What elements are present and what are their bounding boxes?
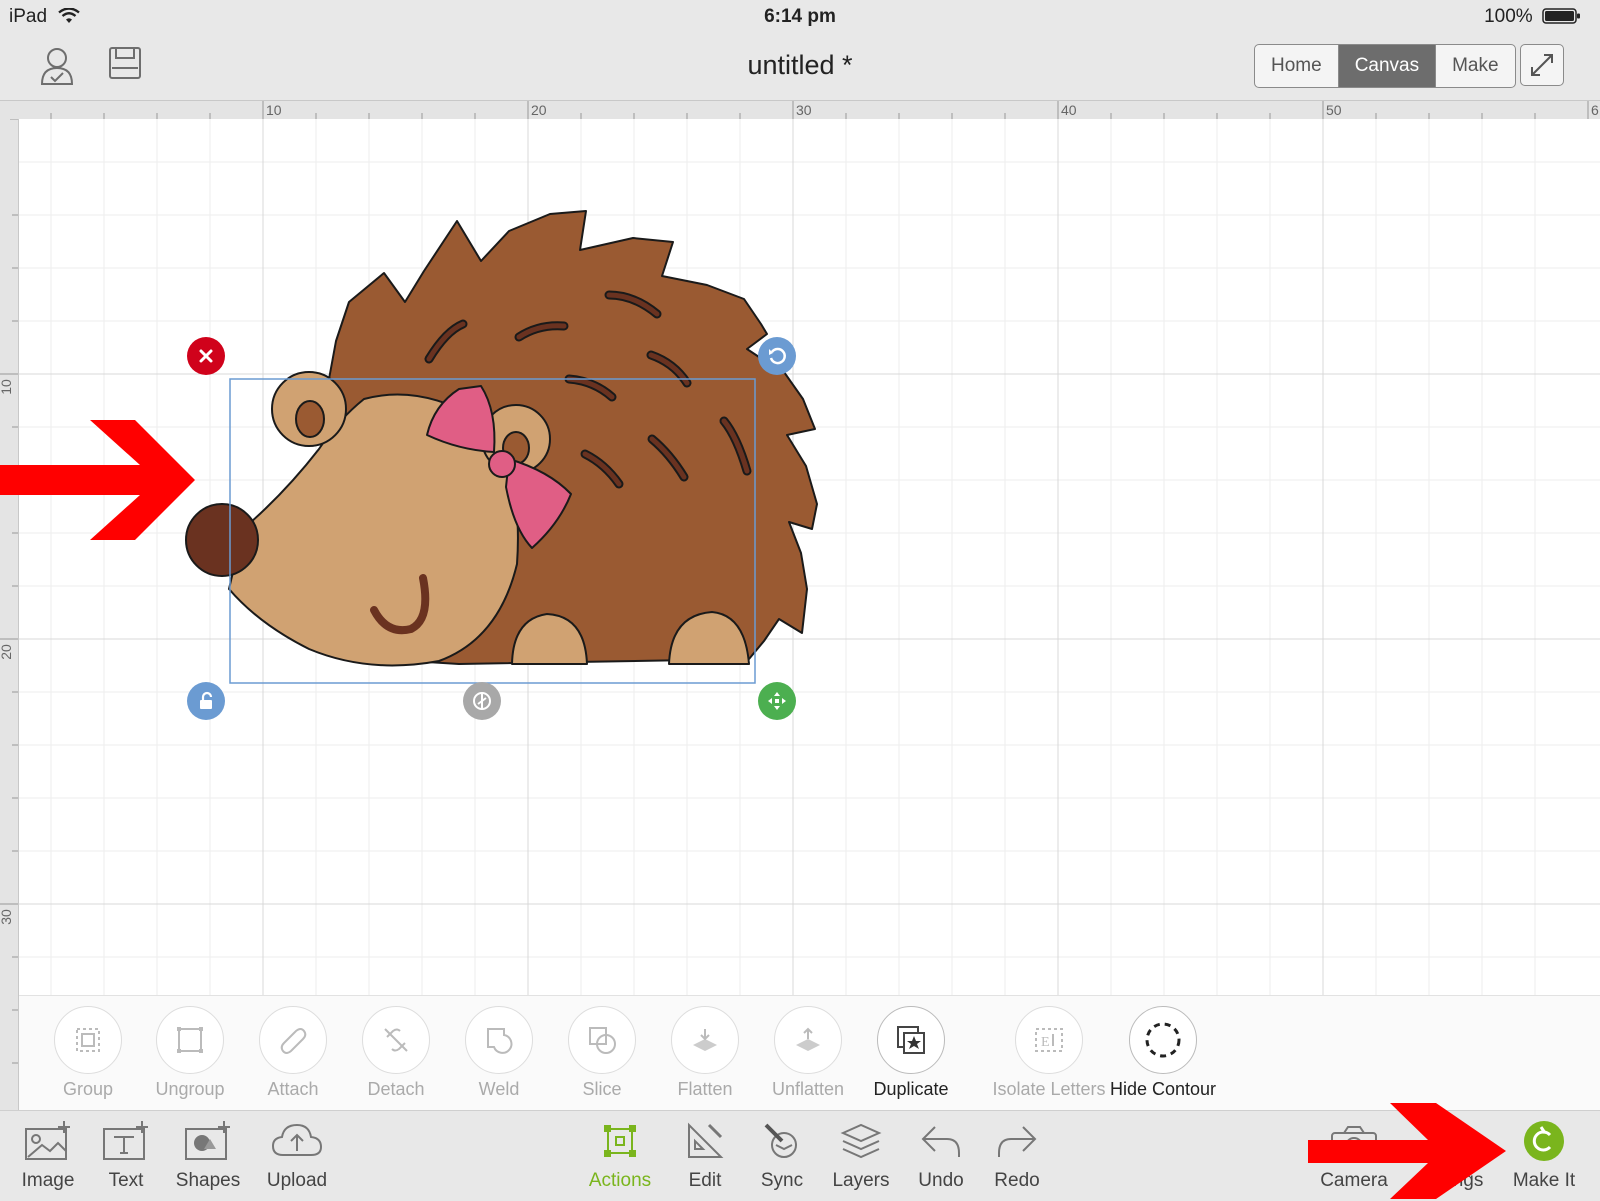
rotate-icon <box>769 347 786 365</box>
delete-handle[interactable] <box>187 337 225 375</box>
action-label: Isolate Letters <box>992 1079 1106 1099</box>
detach-button[interactable]: Detach <box>346 1006 446 1100</box>
flatten-icon <box>671 1006 739 1074</box>
contour-icon <box>1129 1006 1197 1074</box>
action-label: Hide Contour <box>1109 1079 1217 1099</box>
ruler-label: 10 <box>0 379 14 395</box>
fullscreen-button[interactable] <box>1520 44 1564 86</box>
ruler-label: 6 <box>1591 102 1599 118</box>
bow-knot <box>488 450 516 478</box>
status-bar: iPad 6:14 pm 100% <box>0 0 1600 32</box>
ruler-label: 50 <box>1326 102 1342 118</box>
slice-button[interactable]: Slice <box>552 1006 652 1100</box>
isolate-letters-icon: E <box>1015 1006 1083 1074</box>
edit-ruler-icon <box>688 1122 724 1158</box>
vertical-ruler: 10 20 30 <box>0 119 19 1111</box>
upload-button[interactable]: Upload <box>252 1119 342 1192</box>
sync-icon <box>764 1123 797 1158</box>
status-time: 6:14 pm <box>764 6 836 27</box>
upload-cloud-icon <box>271 1123 323 1156</box>
actions-panel: Group Ungroup Attach Detach Weld Slice F… <box>19 995 1600 1110</box>
annotation-arrow-icon <box>0 420 195 540</box>
redo-icon <box>998 1126 1037 1157</box>
shapes-button[interactable]: Shapes <box>163 1119 253 1192</box>
detach-icon <box>362 1006 430 1074</box>
action-label: Attach <box>267 1079 319 1099</box>
action-label: Group <box>62 1079 114 1099</box>
rotate-handle[interactable] <box>758 337 796 375</box>
sync-button[interactable]: Sync <box>737 1119 827 1192</box>
design-canvas[interactable] <box>19 119 1600 995</box>
svg-text:E: E <box>1041 1035 1050 1050</box>
resize-handle[interactable] <box>758 682 796 720</box>
make-it-button[interactable]: Make It <box>1499 1119 1589 1192</box>
ungroup-icon <box>156 1006 224 1074</box>
annotation-arrow-icon <box>1308 1103 1506 1199</box>
ruler-label: 40 <box>1061 102 1077 118</box>
unflatten-button[interactable]: Unflatten <box>758 1006 858 1100</box>
ruler-label: 30 <box>0 909 14 925</box>
redo-button[interactable]: Redo <box>972 1119 1062 1192</box>
paperclip-icon <box>259 1006 327 1074</box>
unlock-icon <box>200 691 213 709</box>
layers-icon <box>840 1123 882 1159</box>
ruler-label: 30 <box>796 102 812 118</box>
layers-button[interactable]: Layers <box>816 1119 906 1192</box>
action-label: Weld <box>478 1079 520 1099</box>
weld-icon <box>465 1006 533 1074</box>
flatten-button[interactable]: Flatten <box>655 1006 755 1100</box>
lock-handle[interactable] <box>187 682 225 720</box>
ungroup-button[interactable]: Ungroup <box>140 1006 240 1100</box>
ruler-label: 10 <box>266 102 282 118</box>
flip-icon <box>473 692 491 710</box>
action-label: Duplicate <box>873 1079 949 1099</box>
ruler-label: 20 <box>0 644 14 660</box>
make-it-icon <box>1524 1121 1564 1161</box>
text-add-icon <box>103 1121 148 1160</box>
hedgehog-image[interactable] <box>19 119 1600 995</box>
hedgehog-ear-left-inner <box>295 400 325 438</box>
action-label: Slice <box>582 1079 622 1099</box>
image-add-icon <box>25 1121 70 1160</box>
ruler-label: 20 <box>531 102 547 118</box>
action-label: Ungroup <box>155 1079 225 1099</box>
image-button[interactable]: Image <box>3 1119 93 1192</box>
unflatten-icon <box>774 1006 842 1074</box>
action-label: Detach <box>367 1079 425 1099</box>
undo-icon <box>921 1126 960 1157</box>
battery-icon <box>1542 8 1580 24</box>
actions-icon <box>604 1125 636 1157</box>
duplicate-icon <box>877 1006 945 1074</box>
text-button[interactable]: Text <box>81 1119 171 1192</box>
action-label: Flatten <box>677 1079 733 1099</box>
group-icon <box>54 1006 122 1074</box>
isolate-letters-button[interactable]: E Isolate Letters <box>989 1006 1109 1100</box>
tab-home[interactable]: Home <box>1255 45 1339 87</box>
hide-contour-button[interactable]: Hide Contour <box>1103 1006 1223 1100</box>
horizontal-ruler: 10 20 30 40 50 6 <box>0 101 1600 120</box>
shapes-add-icon <box>185 1121 230 1160</box>
flip-handle[interactable] <box>463 682 501 720</box>
battery-status: 100% <box>1484 6 1582 28</box>
group-button[interactable]: Group <box>38 1006 138 1100</box>
weld-button[interactable]: Weld <box>449 1006 549 1100</box>
close-icon <box>199 349 213 363</box>
view-tabs: Home Canvas Make <box>1254 44 1516 88</box>
attach-button[interactable]: Attach <box>243 1006 343 1100</box>
fullscreen-icon <box>1531 54 1553 76</box>
duplicate-button[interactable]: Duplicate <box>861 1006 961 1100</box>
top-bar: untitled * Home Canvas Make <box>0 32 1600 101</box>
action-label: Unflatten <box>771 1079 845 1099</box>
tab-canvas[interactable]: Canvas <box>1338 45 1437 87</box>
ruler-ticks <box>0 119 18 1064</box>
actions-button[interactable]: Actions <box>575 1119 665 1192</box>
slice-icon <box>568 1006 636 1074</box>
move-arrows-icon <box>768 692 786 710</box>
tab-make[interactable]: Make <box>1436 45 1514 87</box>
